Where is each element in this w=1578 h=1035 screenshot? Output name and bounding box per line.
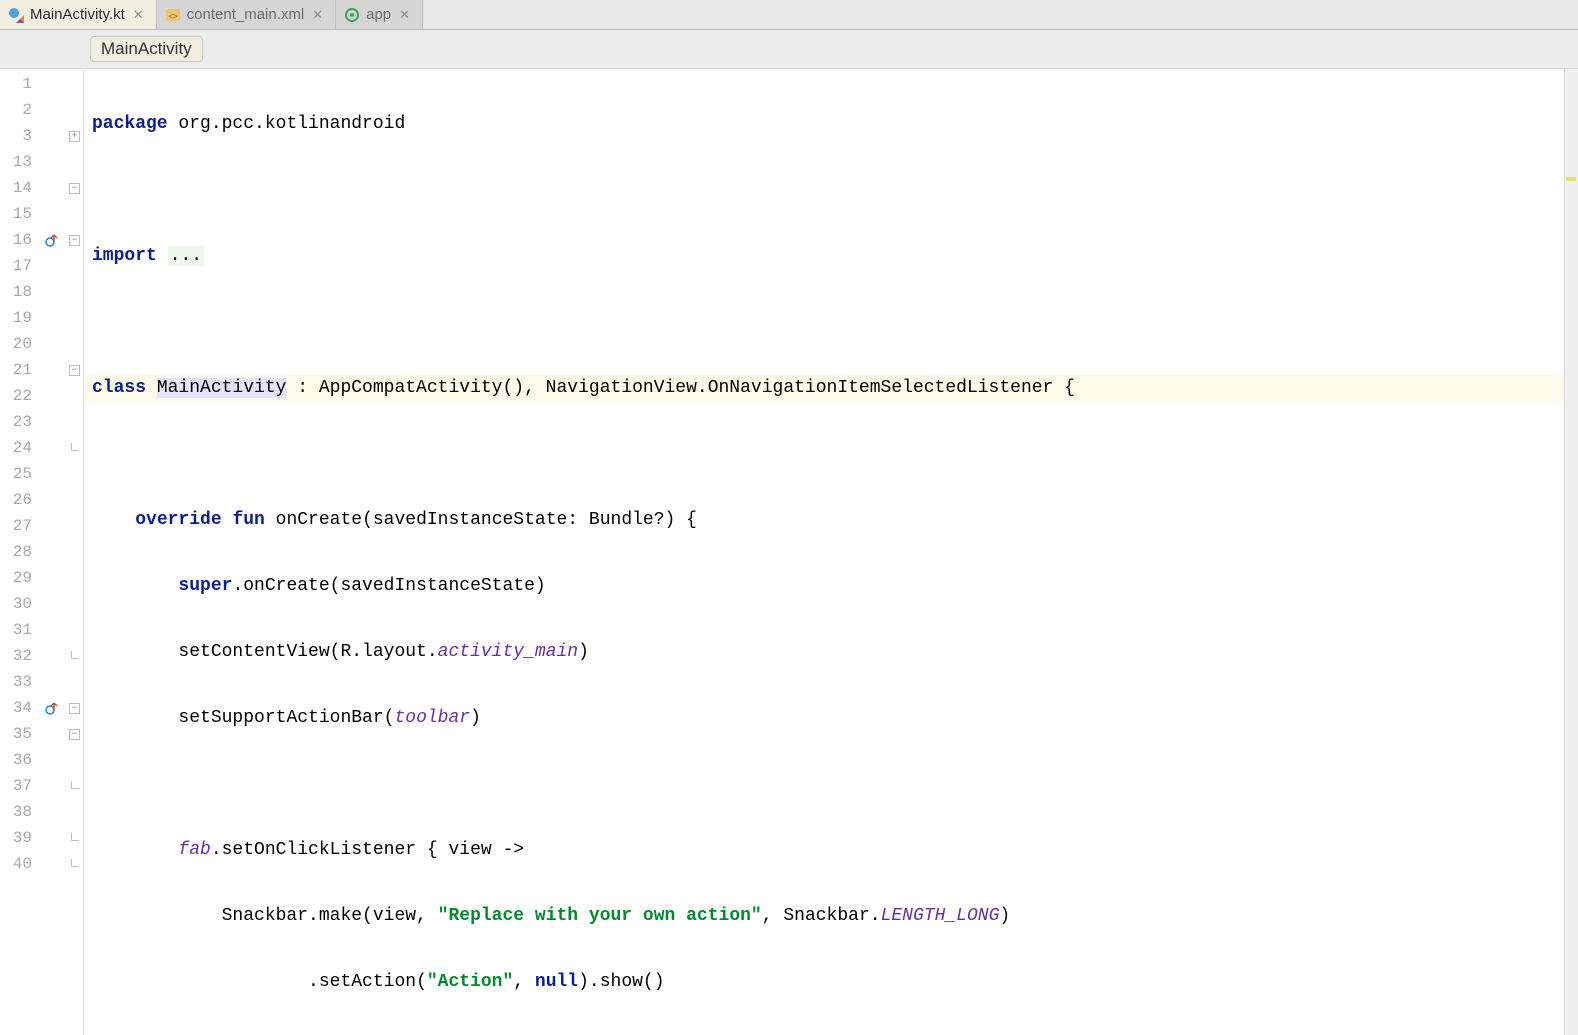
fold-end-icon bbox=[69, 859, 80, 870]
line-number: 40 bbox=[0, 851, 38, 877]
line-number: 24 bbox=[0, 435, 38, 461]
tab-app[interactable]: app ✕ bbox=[336, 0, 423, 29]
code-editor: 1 2 3 13 14 15 16 17 18 19 20 21 22 23 2… bbox=[0, 69, 1578, 1035]
tab-label: MainActivity.kt bbox=[30, 6, 125, 23]
line-number: 29 bbox=[0, 565, 38, 591]
line-number: 34 bbox=[0, 695, 38, 721]
line-number-gutter: 1 2 3 13 14 15 16 17 18 19 20 21 22 23 2… bbox=[0, 69, 38, 1035]
line-number: 30 bbox=[0, 591, 38, 617]
line-number: 38 bbox=[0, 799, 38, 825]
breadcrumb[interactable]: MainActivity bbox=[90, 36, 203, 62]
line-number: 32 bbox=[0, 643, 38, 669]
fold-end-icon bbox=[69, 833, 80, 844]
fold-collapse-icon[interactable]: − bbox=[69, 365, 80, 376]
icon-gutter bbox=[38, 69, 66, 1035]
editor-tabs: MainActivity.kt ✕ <> content_main.xml ✕ … bbox=[0, 0, 1578, 30]
module-icon bbox=[344, 7, 360, 23]
svg-text:<>: <> bbox=[168, 12, 178, 21]
line-number: 26 bbox=[0, 487, 38, 513]
tab-label: content_main.xml bbox=[187, 6, 305, 23]
error-stripe[interactable] bbox=[1564, 69, 1578, 1035]
line-number: 21 bbox=[0, 357, 38, 383]
line-number: 16 bbox=[0, 227, 38, 253]
line-number: 20 bbox=[0, 331, 38, 357]
close-icon[interactable]: ✕ bbox=[131, 7, 146, 23]
fold-collapse-icon[interactable]: − bbox=[69, 183, 80, 194]
line-number: 28 bbox=[0, 539, 38, 565]
line-number: 1 bbox=[0, 71, 38, 97]
breadcrumb-bar: MainActivity bbox=[0, 30, 1578, 69]
fold-gutter: + − − − − − bbox=[66, 69, 84, 1035]
line-number: 31 bbox=[0, 617, 38, 643]
line-number: 14 bbox=[0, 175, 38, 201]
override-gutter-icon[interactable] bbox=[38, 695, 66, 721]
fold-collapse-icon[interactable]: − bbox=[69, 729, 80, 740]
line-number: 37 bbox=[0, 773, 38, 799]
fold-expand-icon[interactable]: + bbox=[69, 131, 80, 142]
line-number: 27 bbox=[0, 513, 38, 539]
line-number: 19 bbox=[0, 305, 38, 331]
warning-marker[interactable] bbox=[1566, 177, 1576, 181]
line-number: 2 bbox=[0, 97, 38, 123]
line-number: 33 bbox=[0, 669, 38, 695]
line-number: 22 bbox=[0, 383, 38, 409]
fold-collapse-icon[interactable]: − bbox=[69, 235, 80, 246]
line-number: 17 bbox=[0, 253, 38, 279]
line-number: 15 bbox=[0, 201, 38, 227]
fold-collapse-icon[interactable]: − bbox=[69, 703, 80, 714]
tab-label: app bbox=[366, 6, 391, 23]
tab-content-main[interactable]: <> content_main.xml ✕ bbox=[157, 0, 336, 29]
line-number: 36 bbox=[0, 747, 38, 773]
line-number: 25 bbox=[0, 461, 38, 487]
close-icon[interactable]: ✕ bbox=[310, 7, 325, 23]
kotlin-file-icon bbox=[8, 7, 24, 23]
override-gutter-icon[interactable] bbox=[38, 227, 66, 253]
fold-end-icon bbox=[69, 781, 80, 792]
line-number: 18 bbox=[0, 279, 38, 305]
code-area[interactable]: package org.pcc.kotlinandroid import ...… bbox=[84, 69, 1578, 1035]
fold-end-icon bbox=[69, 443, 80, 454]
xml-file-icon: <> bbox=[165, 7, 181, 23]
line-number: 23 bbox=[0, 409, 38, 435]
line-number: 35 bbox=[0, 721, 38, 747]
close-icon[interactable]: ✕ bbox=[397, 7, 412, 23]
fold-end-icon bbox=[69, 651, 80, 662]
line-number: 3 bbox=[0, 123, 38, 149]
line-number: 39 bbox=[0, 825, 38, 851]
line-number: 13 bbox=[0, 149, 38, 175]
tab-mainactivity[interactable]: MainActivity.kt ✕ bbox=[0, 0, 157, 29]
